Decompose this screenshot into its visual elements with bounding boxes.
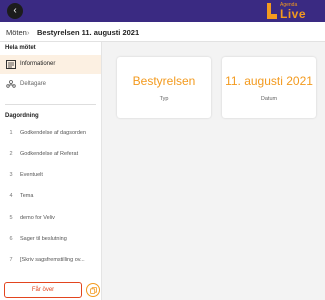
agenda-item-number: 4	[9, 193, 13, 199]
logo-mark-icon	[267, 3, 277, 19]
agenda-item[interactable]: 4 Tema	[0, 190, 101, 204]
breadcrumb: Möten › Bestyrelsen 11. augusti 2021	[0, 22, 325, 42]
agenda-item-number: 3	[9, 172, 13, 178]
sidebar-item-label: Informationer	[20, 61, 56, 67]
app-logo: Agenda Live	[266, 1, 322, 21]
sidebar-item-label: Deltagare	[20, 81, 47, 87]
sidebar-item-deltagare[interactable]: Deltagare	[0, 75, 101, 94]
agenda-item[interactable]: 7 [Skriv sagsfremstilling ov...	[0, 254, 101, 268]
agenda-item-number: 7	[9, 257, 13, 263]
agenda-item[interactable]: 2 Godkendelse af Referat	[0, 148, 101, 162]
agenda-item-number: 5	[9, 215, 13, 221]
info-card-date: 11. augusti 2021 Datum	[222, 57, 316, 118]
agenda-item-label: Godkendelse af dagsorden	[20, 130, 87, 136]
sidebar-divider	[5, 104, 96, 105]
info-card-type: Bestyrelsen Typ	[117, 57, 211, 118]
agenda-item[interactable]: 6 Sager til beslutning	[0, 233, 101, 247]
agenda-item-label: [Skriv sagsfremstilling ov...	[20, 257, 85, 263]
agenda-item-label: demo for Veliv	[20, 215, 55, 221]
breadcrumb-current: Bestyrelsen 11. augusti 2021	[37, 28, 140, 37]
back-button[interactable]: ‹	[7, 3, 23, 19]
agenda-item-label: Godkendelse af Referat	[20, 151, 79, 157]
agenda-section-title: Dagordning	[5, 113, 39, 119]
chevron-left-icon: ‹	[13, 5, 17, 16]
card-value: Bestyrelsen	[132, 74, 196, 88]
agenda-item-label: Eventuelt	[20, 172, 43, 178]
meeting-section-title: Hela mötet	[5, 45, 36, 51]
breadcrumb-home-link[interactable]: Möten	[6, 28, 27, 37]
agenda-item-label: Tema	[20, 193, 34, 199]
copy-button[interactable]	[86, 283, 100, 297]
sidebar: Hela mötet Informationer Deltagare Dagor…	[0, 42, 102, 300]
leave-button[interactable]: Får över	[4, 282, 82, 298]
card-label: Datum	[260, 96, 278, 102]
sidebar-item-informationer[interactable]: Informationer	[0, 55, 101, 74]
info-panel-icon	[6, 60, 16, 69]
agenda-item-label: Sager til beslutning	[20, 236, 67, 242]
logo-title: Live	[280, 7, 307, 21]
copy-icon	[90, 287, 97, 294]
agenda-item-number: 6	[9, 236, 13, 242]
card-label: Typ	[159, 96, 169, 102]
breadcrumb-separator: ›	[27, 27, 30, 37]
agenda-item[interactable]: 3 Eventuelt	[0, 169, 101, 183]
top-bar: ‹ Agenda Live	[0, 0, 325, 22]
agenda-item-number: 2	[9, 151, 13, 157]
agenda-item[interactable]: 5 demo for Veliv	[0, 212, 101, 226]
agenda-item-number: 1	[9, 130, 13, 136]
participants-icon	[6, 80, 16, 88]
card-value: 11. augusti 2021	[225, 74, 313, 88]
agenda-item[interactable]: 1 Godkendelse af dagsorden	[0, 127, 101, 141]
